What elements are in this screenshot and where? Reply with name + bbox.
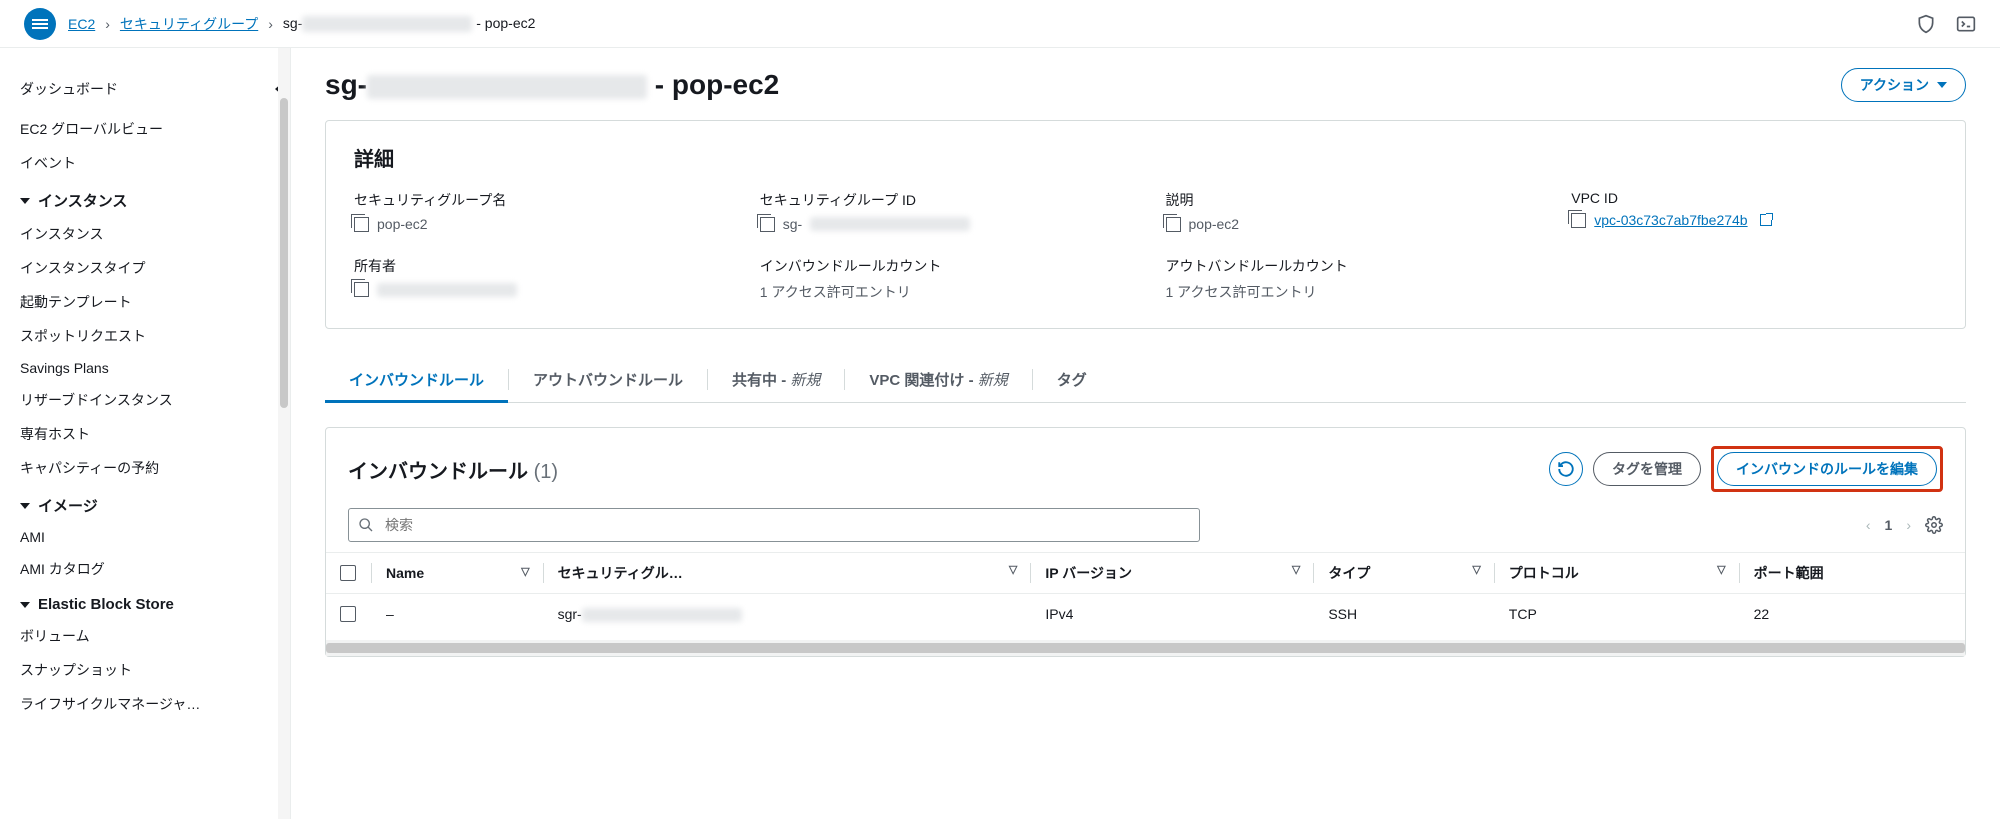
sidebar-item[interactable]: キャパシティーの予約 (20, 451, 282, 485)
chevron-down-icon (1937, 82, 1947, 88)
edit-rules-highlight: インバウンドのルールを編集 (1711, 446, 1943, 492)
sidebar-scrollbar[interactable] (278, 48, 290, 819)
sidebar-item[interactable]: インスタンス (20, 217, 282, 251)
rules-table: Name▽ セキュリティグル…▽ IP バージョン▽ タイプ▽ プロトコル▽ ポ… (326, 552, 1965, 634)
select-all-checkbox[interactable] (340, 565, 356, 581)
sidebar-item[interactable]: Savings Plans (20, 353, 282, 383)
details-heading: 詳細 (354, 143, 1937, 172)
copy-icon[interactable] (1571, 213, 1586, 228)
manage-tags-button[interactable]: タグを管理 (1593, 452, 1701, 486)
sidebar-item[interactable]: インスタンスタイプ (20, 251, 282, 285)
cell-sgr: sgr- (544, 594, 1032, 635)
chevron-right-icon: › (105, 16, 110, 32)
tab-tags[interactable]: タグ (1033, 357, 1111, 402)
cell-ipver: IPv4 (1031, 594, 1314, 635)
sidebar: ダッシュボード EC2 グローバルビュー イベント インスタンス インスタンス … (0, 48, 290, 819)
col-ipver[interactable]: IP バージョン▽ (1031, 553, 1314, 594)
sidebar-group-instances[interactable]: インスタンス (20, 180, 282, 217)
copy-icon[interactable] (760, 217, 775, 232)
detail-sg-name: セキュリティグループ名 pop-ec2 (354, 190, 720, 232)
rules-title: インバウンドルール (1) (348, 455, 558, 484)
filter-icon[interactable]: ▽ (521, 565, 529, 578)
breadcrumb: EC2 › セキュリティグループ › sg- - pop-ec2 (68, 14, 535, 34)
breadcrumb-current: sg- - pop-ec2 (283, 15, 536, 32)
col-type[interactable]: タイプ▽ (1314, 553, 1494, 594)
tab-sharing[interactable]: 共有中 - 新規 (708, 357, 844, 402)
table-row[interactable]: – sgr- IPv4 SSH TCP 22 (326, 594, 1965, 635)
copy-icon[interactable] (354, 217, 369, 232)
detail-vpc-id: VPC ID vpc-03c73c7ab7fbe274b (1571, 190, 1937, 232)
col-sgr[interactable]: セキュリティグル…▽ (544, 553, 1032, 594)
horizontal-scrollbar[interactable] (326, 640, 1965, 656)
shield-icon[interactable] (1916, 14, 1936, 34)
sidebar-item[interactable]: スナップショット (20, 653, 282, 687)
sidebar-item[interactable]: スポットリクエスト (20, 319, 282, 353)
page-prev[interactable]: ‹ (1866, 517, 1871, 533)
pager: ‹ 1 › (1866, 516, 1943, 534)
filter-icon[interactable]: ▽ (1717, 563, 1725, 576)
breadcrumb-ec2[interactable]: EC2 (68, 16, 95, 32)
page-next[interactable]: › (1906, 517, 1911, 533)
col-port[interactable]: ポート範囲 (1740, 553, 1965, 594)
filter-icon[interactable]: ▽ (1292, 563, 1300, 576)
col-name[interactable]: Name▽ (372, 553, 544, 594)
cell-name: – (372, 594, 544, 635)
sidebar-item-events[interactable]: イベント (20, 146, 282, 180)
external-link-icon (1760, 214, 1772, 226)
sidebar-item[interactable]: ライフサイクルマネージャ… (20, 687, 282, 721)
row-checkbox[interactable] (340, 606, 356, 622)
search-input[interactable] (348, 508, 1200, 542)
tab-inbound-rules[interactable]: インバウンドルール (325, 357, 508, 402)
filter-icon[interactable]: ▽ (1472, 563, 1480, 576)
detail-description: 説明 pop-ec2 (1166, 190, 1532, 232)
refresh-button[interactable] (1549, 452, 1583, 486)
inbound-rules-panel: インバウンドルール (1) タグを管理 インバウンドのルールを編集 (325, 427, 1966, 657)
sidebar-item[interactable]: 専有ホスト (20, 417, 282, 451)
tab-vpc-association[interactable]: VPC 関連付け - 新規 (845, 357, 1031, 402)
page-number: 1 (1885, 517, 1893, 533)
topbar: EC2 › セキュリティグループ › sg- - pop-ec2 (0, 0, 2000, 48)
sidebar-item-dashboard[interactable]: ダッシュボード (20, 72, 118, 106)
col-proto[interactable]: プロトコル▽ (1495, 553, 1740, 594)
detail-inbound-count: インバウンドルールカウント 1 アクセス許可エントリ (760, 256, 1126, 302)
edit-inbound-rules-button[interactable]: インバウンドのルールを編集 (1717, 452, 1937, 486)
sidebar-group-ebs[interactable]: Elastic Block Store (20, 586, 282, 619)
chevron-right-icon: › (268, 16, 273, 32)
sidebar-item-global-view[interactable]: EC2 グローバルビュー (20, 112, 282, 146)
sidebar-group-images[interactable]: イメージ (20, 485, 282, 522)
detail-outbound-count: アウトバンドルールカウント 1 アクセス許可エントリ (1166, 256, 1532, 302)
tabs: インバウンドルール アウトバウンドルール 共有中 - 新規 VPC 関連付け -… (325, 357, 1966, 403)
cell-proto: TCP (1495, 594, 1740, 635)
menu-toggle[interactable] (24, 8, 56, 40)
breadcrumb-security-groups[interactable]: セキュリティグループ (120, 14, 258, 34)
sidebar-item[interactable]: AMI カタログ (20, 552, 282, 586)
copy-icon[interactable] (354, 282, 369, 297)
search-icon (358, 517, 374, 533)
vpc-link[interactable]: vpc-03c73c7ab7fbe274b (1594, 212, 1747, 228)
sidebar-item[interactable]: AMI (20, 522, 282, 552)
search-container (348, 508, 1200, 542)
filter-icon[interactable]: ▽ (1009, 563, 1017, 576)
cell-type: SSH (1314, 594, 1494, 635)
cell-port: 22 (1740, 594, 1965, 635)
main-content: sg- - pop-ec2 アクション 詳細 セキュリティグループ名 pop-e… (290, 48, 2000, 819)
gear-icon[interactable] (1925, 516, 1943, 534)
details-panel: 詳細 セキュリティグループ名 pop-ec2 セキュリティグループ ID sg-… (325, 120, 1966, 329)
tab-outbound-rules[interactable]: アウトバウンドルール (509, 357, 707, 402)
cloudshell-icon[interactable] (1956, 14, 1976, 34)
actions-dropdown[interactable]: アクション (1841, 68, 1966, 102)
sidebar-item[interactable]: 起動テンプレート (20, 285, 282, 319)
detail-sg-id: セキュリティグループ ID sg- (760, 190, 1126, 232)
sidebar-item[interactable]: リザーブドインスタンス (20, 383, 282, 417)
detail-owner: 所有者 (354, 256, 720, 302)
sidebar-item[interactable]: ボリューム (20, 619, 282, 653)
copy-icon[interactable] (1166, 217, 1181, 232)
page-title: sg- - pop-ec2 (325, 69, 779, 101)
